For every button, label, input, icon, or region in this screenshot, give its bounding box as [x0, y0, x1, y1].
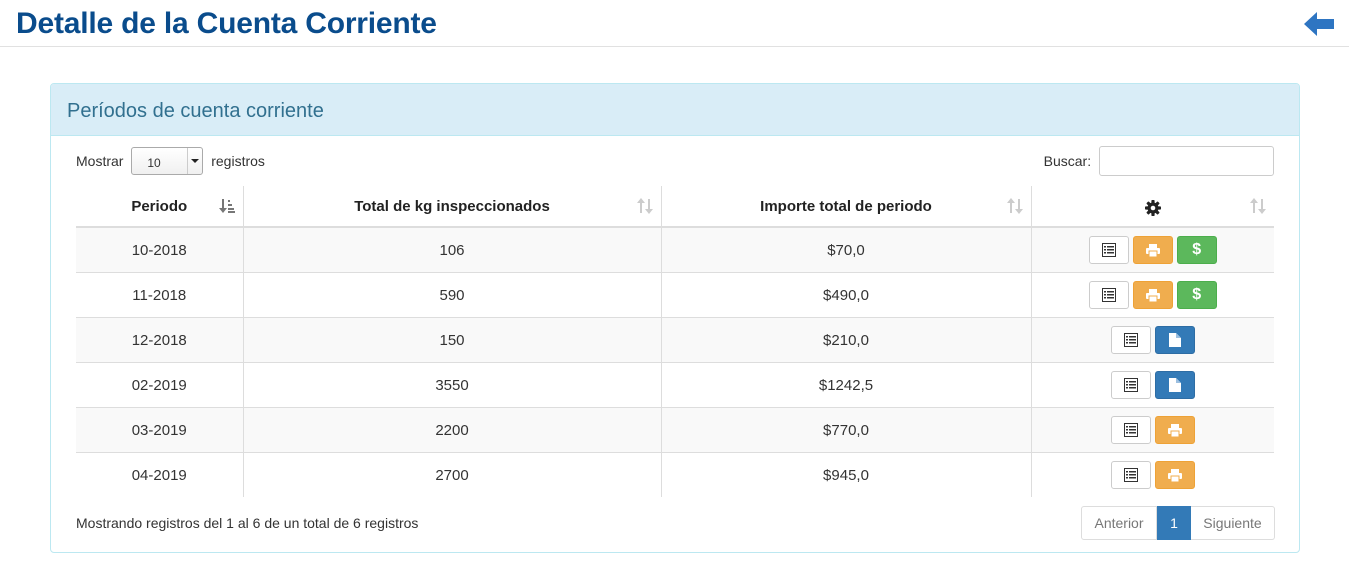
length-suffix: registros	[211, 153, 265, 169]
print-button[interactable]	[1132, 281, 1173, 309]
cell-kg: 3550	[242, 362, 661, 408]
next-page-button[interactable]: Siguiente	[1191, 506, 1275, 540]
periods-panel: Períodos de cuenta corriente Mostrar 10 …	[50, 83, 1300, 553]
cell-kg: 590	[242, 272, 661, 318]
previous-page-button[interactable]: Anterior	[1081, 506, 1157, 540]
document-button[interactable]	[1154, 326, 1195, 354]
view-detail-button[interactable]	[1110, 371, 1151, 399]
table-row: 10-2018 106 $70,0 $	[76, 226, 1275, 273]
pagination: Anterior 1 Siguiente	[1081, 506, 1275, 540]
file-icon	[1168, 333, 1181, 347]
column-label: Periodo	[131, 197, 188, 215]
print-button[interactable]	[1132, 236, 1173, 264]
cell-actions	[1030, 407, 1275, 453]
sort-icon	[636, 198, 653, 214]
cell-periodo: 12-2018	[76, 317, 243, 363]
cell-periodo: 04-2019	[76, 452, 243, 497]
view-detail-button[interactable]	[1088, 236, 1129, 264]
table-row: 02-2019 3550 $1242,5	[76, 362, 1275, 408]
cell-periodo: 11-2018	[76, 272, 243, 318]
cell-periodo: 03-2019	[76, 407, 243, 453]
cell-actions	[1030, 317, 1275, 363]
list-alt-icon	[1101, 243, 1116, 257]
cell-importe: $210,0	[660, 317, 1031, 363]
search-label: Buscar:	[1043, 153, 1092, 169]
cell-importe: $70,0	[660, 226, 1031, 273]
cell-kg: 150	[242, 317, 661, 363]
cell-importe: $770,0	[660, 407, 1031, 453]
list-alt-icon	[1123, 423, 1138, 437]
row-actions	[1032, 416, 1275, 444]
dollar-icon: $	[1192, 241, 1202, 258]
sort-icon	[1006, 198, 1023, 214]
cell-actions	[1030, 362, 1275, 408]
page-1-button[interactable]: 1	[1157, 506, 1191, 540]
print-icon	[1145, 288, 1160, 302]
chevron-down-icon	[187, 148, 202, 174]
periods-table: Periodo Total de kg inspeccionados Impor…	[76, 186, 1274, 497]
column-label: Total de kg inspeccionados	[354, 197, 550, 215]
panel-heading: Períodos de cuenta corriente	[51, 84, 1299, 136]
arrow-left-icon[interactable]	[1303, 10, 1335, 38]
table-header-row: Periodo Total de kg inspeccionados Impor…	[76, 186, 1274, 228]
row-actions: $	[1032, 236, 1275, 264]
print-button[interactable]	[1154, 416, 1195, 444]
row-actions	[1032, 461, 1275, 489]
pay-button[interactable]: $	[1176, 236, 1217, 264]
cell-actions: $	[1030, 272, 1275, 318]
cell-actions	[1030, 452, 1275, 497]
column-header-periodo[interactable]: Periodo	[76, 186, 243, 228]
list-alt-icon	[1123, 378, 1138, 392]
page-title: Detalle de la Cuenta Corriente	[16, 7, 437, 40]
cell-importe: $945,0	[660, 452, 1031, 497]
search-control: Buscar:	[1044, 146, 1274, 176]
view-detail-button[interactable]	[1110, 326, 1151, 354]
gear-icon	[1144, 200, 1161, 216]
sort-icon	[1250, 198, 1266, 214]
column-label: Importe total de periodo	[760, 197, 932, 215]
page-length-select[interactable]: 10	[131, 147, 204, 175]
cell-kg: 2200	[242, 407, 661, 453]
row-actions: $	[1032, 281, 1275, 309]
search-input[interactable]	[1099, 146, 1274, 176]
table-row: 11-2018 590 $490,0 $	[76, 272, 1275, 318]
cell-importe: $1242,5	[660, 362, 1031, 408]
list-alt-icon	[1123, 333, 1138, 347]
sort-asc-icon	[218, 199, 235, 213]
table-body: 10-2018 106 $70,0 $11-2018 590 $490,0 $12-2018…	[76, 226, 1275, 497]
row-actions	[1032, 371, 1275, 399]
panel-title: Períodos de cuenta corriente	[67, 100, 324, 122]
cell-actions: $	[1030, 226, 1275, 273]
table-row: 03-2019 2200 $770,0	[76, 407, 1275, 453]
view-detail-button[interactable]	[1110, 416, 1151, 444]
list-alt-icon	[1123, 468, 1138, 482]
length-prefix: Mostrar	[76, 153, 124, 169]
view-detail-button[interactable]	[1088, 281, 1129, 309]
print-icon	[1167, 468, 1182, 482]
cell-kg: 106	[242, 226, 661, 273]
page-length-control: Mostrar 10 registros	[76, 147, 265, 175]
cell-periodo: 10-2018	[76, 226, 243, 273]
cell-periodo: 02-2019	[76, 362, 243, 408]
cell-kg: 2700	[242, 452, 661, 497]
file-icon	[1168, 378, 1181, 392]
print-button[interactable]	[1154, 461, 1195, 489]
print-icon	[1167, 423, 1182, 437]
table-row: 04-2019 2700 $945,0	[76, 452, 1275, 497]
table-row: 12-2018 150 $210,0	[76, 317, 1275, 363]
list-alt-icon	[1101, 288, 1116, 302]
page-header: Detalle de la Cuenta Corriente	[0, 0, 1349, 47]
print-icon	[1145, 243, 1160, 257]
column-header-kg[interactable]: Total de kg inspeccionados	[242, 186, 661, 228]
cell-importe: $490,0	[660, 272, 1031, 318]
table-info: Mostrando registros del 1 al 6 de un tot…	[76, 515, 419, 531]
view-detail-button[interactable]	[1110, 461, 1151, 489]
dollar-icon: $	[1192, 286, 1202, 303]
row-actions	[1032, 326, 1275, 354]
pay-button[interactable]: $	[1176, 281, 1217, 309]
column-header-importe[interactable]: Importe total de periodo	[660, 186, 1031, 228]
page-length-value: 10	[147, 156, 161, 170]
document-button[interactable]	[1154, 371, 1195, 399]
column-header-actions[interactable]	[1030, 186, 1274, 228]
